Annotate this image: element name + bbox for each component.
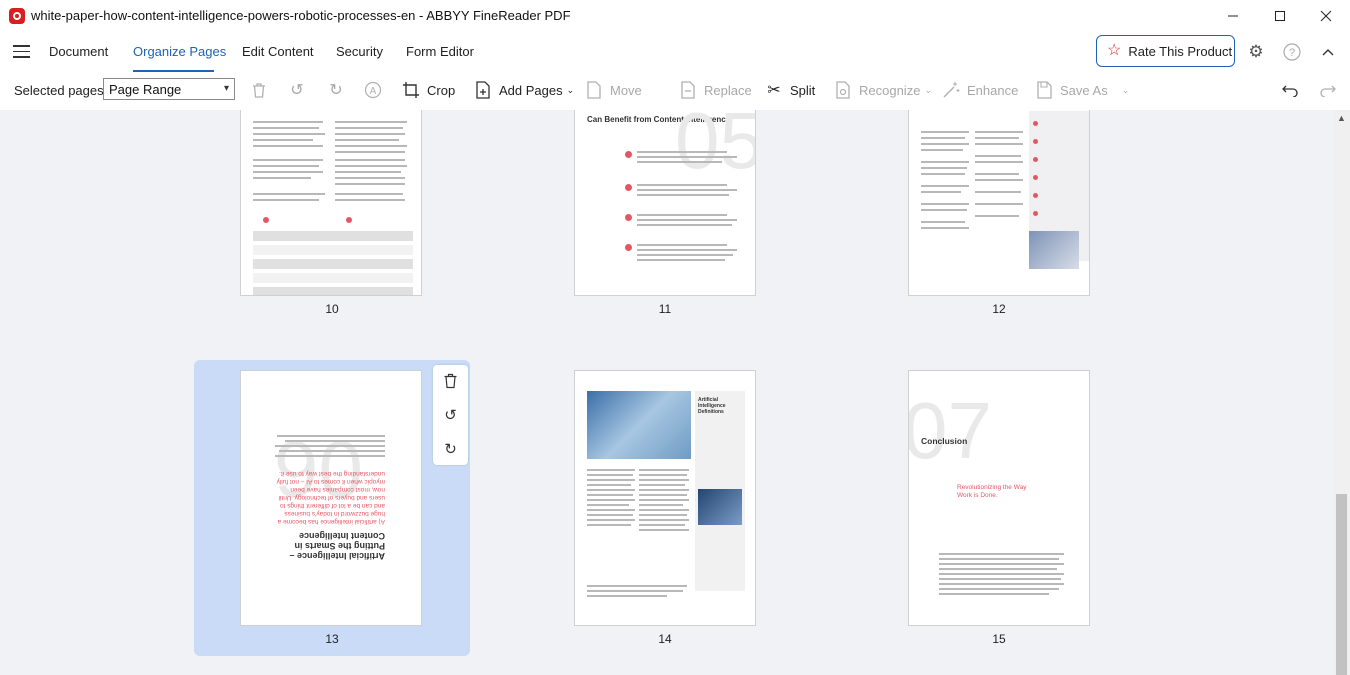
page-number-14: 14 [658,632,672,646]
page-number-11: 11 [658,302,672,316]
move-page-icon [584,80,604,100]
page-15-section-number: 07 [908,386,992,475]
undo-icon [1280,80,1300,100]
move-button[interactable]: Move [584,78,642,102]
crop-button[interactable]: Crop [401,78,455,102]
chevron-down-icon: ⌄ [1121,84,1130,95]
page-number-10: 10 [325,302,339,316]
page-thumbnails-area[interactable]: 10 Can Benefit from Content Intelligence… [0,110,1333,675]
save-as-icon [1034,80,1054,100]
straighten-text-button[interactable]: A [363,78,383,102]
page-number-12: 12 [992,302,1006,316]
vertical-scrollbar[interactable]: ▲ [1333,110,1350,675]
star-icon: ☆ [1107,42,1122,59]
add-pages-label: Add Pages [499,82,563,98]
save-as-label: Save As [1060,82,1108,98]
page-14-heading: Artificial Intelligence Definitions [698,397,726,415]
rotate-left-button[interactable]: ↺ [287,78,307,102]
trash-icon [249,80,269,100]
split-label: Split [790,82,816,98]
page-thumbnail-11[interactable]: Can Benefit from Content Intelligence 05 [574,110,756,296]
maximize-icon [1275,11,1285,21]
page-thumbnail-13[interactable]: 06 Artificial Intelligence – Putting the… [240,370,422,626]
delete-pages-button[interactable] [249,78,269,102]
rate-product-button[interactable]: ☆ Rate This Product [1096,35,1235,67]
enhance-button[interactable]: Enhance [941,78,1018,102]
selected-pages-label: Selected pages: [14,83,108,98]
page-13-heading: Artificial Intelligence – Putting the Sm… [289,531,385,561]
crop-icon [401,80,421,100]
window-title: white-paper-how-content-intelligence-pow… [31,8,571,23]
chevron-down-icon: ⌄ [566,84,575,95]
finereader-logo-icon [9,8,25,24]
scroll-up-arrow-icon[interactable]: ▲ [1337,113,1346,123]
settings-gear-icon[interactable]: ⚙ [1245,41,1267,63]
tab-security[interactable]: Security [336,44,383,59]
organize-pages-toolbar: Selected pages: Page Range ▾ ↺ ↻ A Crop [0,72,1350,110]
move-label: Move [610,82,642,98]
svg-text:A: A [370,86,377,97]
page-range-dropdown[interactable]: Page Range ▾ [103,78,235,100]
tab-edit-content[interactable]: Edit Content [242,44,314,59]
close-icon [1320,10,1332,22]
save-as-button[interactable]: Save As ⌄ [1034,78,1129,102]
chevron-down-icon: ▾ [223,83,229,94]
rotate-right-icon: ↻ [444,440,457,458]
hamburger-menu-icon[interactable] [13,45,30,58]
chevron-down-icon: ⌄ [924,84,932,95]
collapse-ribbon-chevron-up-icon[interactable] [1317,41,1339,63]
page-13-action-panel: ↺ ↻ [433,365,468,465]
rate-product-label: Rate This Product [1128,43,1233,59]
page-number-13: 13 [325,632,339,646]
tab-organize-pages[interactable]: Organize Pages [133,44,226,59]
page-15-heading: Conclusion [921,436,968,446]
page-15-subheading: Revolutionizing the Way Work is Done. [957,484,1027,499]
split-button[interactable]: ✂ Split [764,78,815,102]
close-button[interactable] [1303,0,1349,32]
add-pages-button[interactable]: Add Pages ⌄ [473,78,574,102]
delete-page-button[interactable] [441,371,460,390]
rotate-left-icon: ↺ [290,82,304,99]
scissors-icon: ✂ [767,82,781,99]
page-thumbnail-10[interactable] [240,110,422,296]
app-window: white-paper-how-content-intelligence-pow… [0,0,1350,675]
crop-label: Crop [427,82,456,98]
tab-document[interactable]: Document [49,44,108,59]
enhance-label: Enhance [967,82,1019,98]
robot-image [587,391,691,459]
recognize-icon [833,80,853,100]
add-page-icon [473,80,493,100]
scrollbar-thumb[interactable] [1336,494,1347,675]
minimize-icon [1228,15,1238,17]
recognize-button[interactable]: Recognize ⌄ [833,78,932,102]
maximize-button[interactable] [1257,0,1303,32]
rotate-page-right-button[interactable]: ↻ [441,439,460,458]
tab-form-editor[interactable]: Form Editor [406,44,474,59]
rotate-page-left-button[interactable]: ↺ [441,405,460,424]
undo-button[interactable] [1280,78,1300,102]
straighten-text-icon: A [363,80,383,100]
title-bar: white-paper-how-content-intelligence-pow… [0,0,1350,32]
redo-button[interactable] [1318,78,1338,102]
page-number-15: 15 [992,632,1006,646]
rotate-right-icon: ↻ [329,82,343,99]
page-range-value: Page Range [109,82,182,97]
replace-button[interactable]: Replace [678,78,752,102]
menu-bar: Document Organize Pages Edit Content Sec… [0,32,1350,72]
replace-page-icon [678,80,698,100]
redo-icon [1318,80,1338,100]
recognize-label: Recognize [859,82,921,98]
rotate-right-button[interactable]: ↻ [326,78,346,102]
rotate-left-icon: ↺ [444,406,457,424]
help-icon[interactable]: ? [1281,41,1303,63]
trash-icon [444,373,457,388]
svg-text:?: ? [1289,47,1295,59]
page-thumbnail-14[interactable]: Artificial Intelligence Definitions [574,370,756,626]
page-thumbnail-12[interactable] [908,110,1090,296]
page-thumbnail-15[interactable]: 07 Conclusion Revolutionizing the Way Wo… [908,370,1090,626]
minimize-button[interactable] [1210,0,1256,32]
magic-wand-icon [941,80,961,100]
replace-label: Replace [704,82,752,98]
